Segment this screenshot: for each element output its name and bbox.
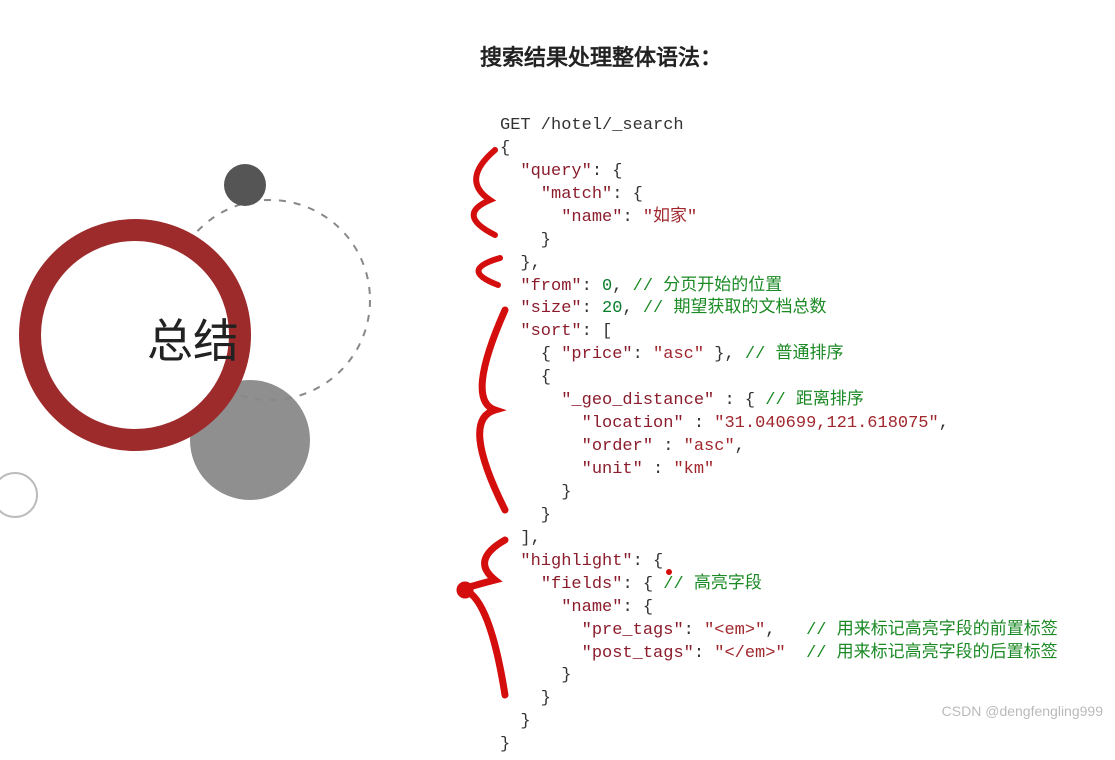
- code-block: GET /hotel/_search { "query": { "match":…: [500, 92, 1058, 757]
- decorative-circles: [0, 140, 410, 700]
- section-title: 搜索结果处理整体语法：: [480, 40, 1058, 72]
- request-line: GET /hotel/_search: [500, 116, 684, 135]
- summary-label: 总结: [78, 305, 308, 371]
- watermark: CSDN @dengfengling999: [942, 703, 1103, 719]
